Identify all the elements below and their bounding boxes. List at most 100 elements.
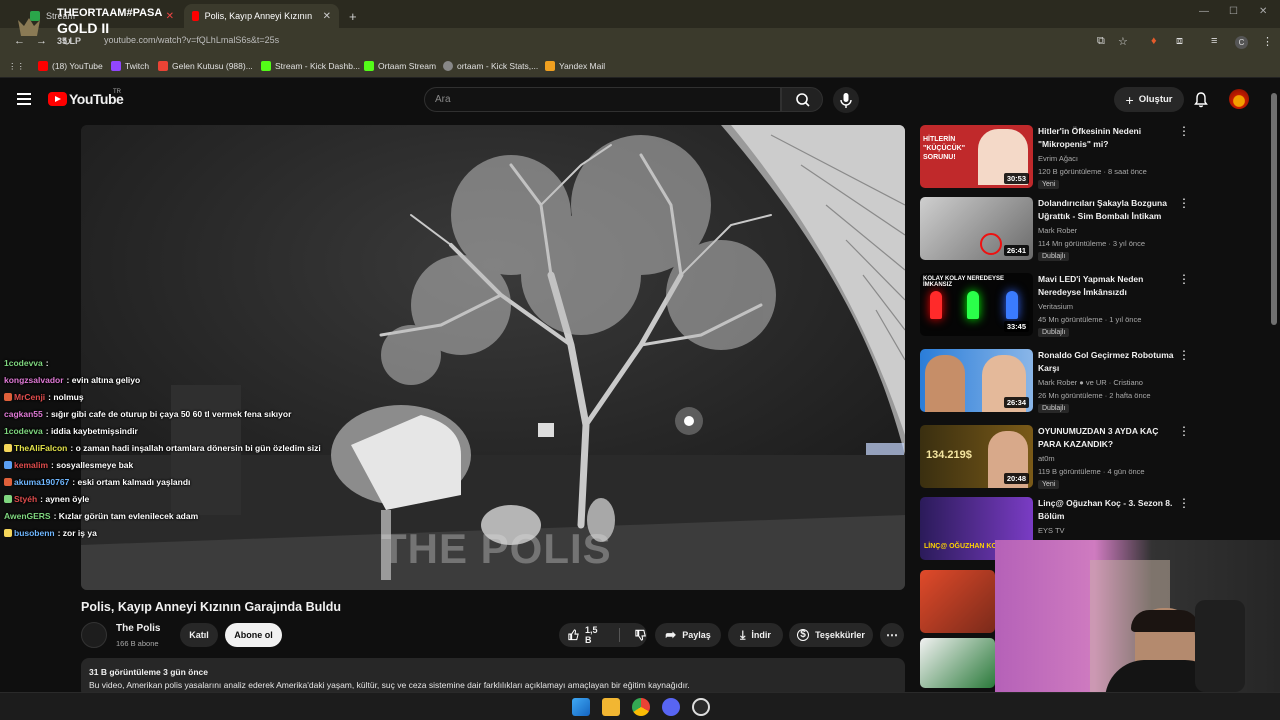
thumbnail-text: 134.219$: [926, 449, 972, 461]
voice-search-button[interactable]: [833, 87, 859, 113]
more-actions-icon[interactable]: ⋯: [880, 623, 904, 647]
thanks-button[interactable]: $ Teşekkürler: [789, 623, 873, 647]
recommendation-item[interactable]: KOLAY KOLAY NEREDEYSE İMKANSIZ 33:45 Mav…: [920, 273, 1190, 343]
close-icon[interactable]: ✕: [323, 11, 331, 22]
chat-text: : o zaman hadi inşallah ortamlara döners…: [70, 442, 321, 453]
youtube-icon: [38, 61, 48, 71]
recommendation-item[interactable]: HİTLERİN "KÜÇÜCÜK" SORUNU! 30:53 Hitler'…: [920, 125, 1190, 195]
green-led: [967, 291, 979, 319]
bookmark-star-icon[interactable]: ☆: [1118, 35, 1128, 48]
file-explorer-icon[interactable]: [602, 698, 620, 716]
start-windows-icon[interactable]: [572, 698, 590, 716]
chat-message: 1codevva: iddia kaybetmişsindir: [4, 422, 344, 439]
notifications-bell-icon[interactable]: [1193, 91, 1209, 108]
apps-grid-icon[interactable]: ⋮⋮: [8, 61, 25, 72]
download-button[interactable]: ⤓ İndir: [728, 623, 783, 647]
bookmark-yandex-mail[interactable]: Yandex Mail: [545, 61, 605, 71]
chat-username[interactable]: cagkan55: [4, 409, 43, 419]
join-button[interactable]: Katıl: [180, 623, 218, 647]
duration-badge: 20:48: [1003, 473, 1029, 484]
install-app-icon[interactable]: ⧉: [1097, 35, 1105, 48]
channel-name[interactable]: The Polis: [116, 623, 160, 634]
bookmark-twitch[interactable]: Twitch: [111, 61, 149, 71]
subscribe-button[interactable]: Abone ol: [225, 623, 282, 647]
download-icon: ⤓: [740, 627, 746, 642]
close-icon[interactable]: ✕: [166, 11, 174, 22]
like-dislike-group: 1,5 B: [559, 623, 647, 647]
chrome-icon[interactable]: [632, 698, 650, 716]
chat-text: : sığır gibi cafe de oturup bi çaya 50 6…: [45, 408, 292, 419]
profile-avatar[interactable]: C: [1235, 36, 1248, 49]
obs-icon[interactable]: [692, 698, 710, 716]
window-close-icon[interactable]: ✕: [1259, 6, 1267, 17]
media-controls-icon[interactable]: ≡: [1211, 35, 1217, 47]
extensions-puzzle-icon[interactable]: ⧈: [1176, 35, 1183, 48]
share-button[interactable]: ➦ Paylaş: [655, 623, 721, 647]
thumbnail[interactable]: 134.219$ 20:48: [920, 425, 1033, 488]
chat-username[interactable]: TheAliFalcon: [14, 443, 67, 453]
chat-text: : sosyallesmeye bak: [51, 459, 134, 470]
more-options-icon[interactable]: ⋮: [1178, 497, 1190, 509]
chat-username[interactable]: MrCenji: [14, 392, 45, 402]
chat-username[interactable]: kongzsalvador: [4, 375, 64, 385]
thumbnail[interactable]: 26:41: [920, 197, 1033, 260]
more-options-icon[interactable]: ⋮: [1178, 125, 1190, 137]
recommendation-item[interactable]: 26:34 Ronaldo Gol Geçirmez Robotuma Karş…: [920, 349, 1190, 419]
page-scrollbar[interactable]: [1271, 93, 1277, 325]
bookmark-kick-stats[interactable]: ortaam - Kick Stats,...: [443, 61, 538, 71]
like-button[interactable]: 1,5 B: [567, 625, 605, 645]
search-button[interactable]: [781, 87, 823, 112]
discord-icon[interactable]: [662, 698, 680, 716]
thumbnail[interactable]: HİTLERİN "KÜÇÜCÜK" SORUNU! 30:53: [920, 125, 1033, 188]
recommendation-channel: Mark Rober ● ve UR · Cristiano: [1038, 378, 1143, 387]
recommendation-channel: Mark Rober: [1038, 226, 1078, 235]
bookmark-kick-dashboard[interactable]: Stream - Kick Dashb...: [261, 61, 360, 71]
recommendation-thumbnail-partial[interactable]: [920, 570, 995, 633]
chat-message: AwenGERS: Kızlar görün tam evlenilecek a…: [4, 507, 344, 524]
bookmark-youtube[interactable]: (18) YouTube: [38, 61, 103, 71]
recommendation-title: Linç@ Oğuzhan Koç - 3. Sezon 8. Bölüm: [1038, 498, 1173, 521]
recommendation-channel: EYS TV: [1038, 526, 1065, 535]
youtube-logo-icon[interactable]: [48, 92, 67, 106]
extension-icon[interactable]: ♦: [1151, 35, 1157, 47]
more-options-icon[interactable]: ⋮: [1178, 273, 1190, 285]
recommendation-thumbnail-partial[interactable]: [920, 638, 995, 688]
browser-menu-icon[interactable]: ⋮: [1262, 35, 1273, 48]
chat-username[interactable]: busobenn: [14, 528, 55, 538]
recommendation-item[interactable]: 134.219$ 20:48 OYUNUMUZDAN 3 AYDA KAÇ PA…: [920, 425, 1190, 495]
chat-text: : eski ortam kalmadı yaşlandı: [72, 476, 191, 487]
channel-avatar[interactable]: [81, 622, 107, 648]
bookmark-ortaam-stream[interactable]: Ortaam Stream: [364, 61, 436, 71]
chat-username[interactable]: 1codevva: [4, 426, 43, 436]
thumbs-down-icon[interactable]: [634, 628, 647, 642]
chat-message: Styéh: aynen öyle: [4, 490, 344, 507]
chat-username[interactable]: 1codevva: [4, 358, 43, 368]
more-options-icon[interactable]: ⋮: [1178, 349, 1190, 361]
bookmarks-bar: ⋮⋮ (18) YouTube Twitch Gelen Kutusu (988…: [0, 56, 1280, 78]
mail-icon: [545, 61, 555, 71]
minimize-icon[interactable]: —: [1199, 6, 1209, 17]
chat-username[interactable]: kemalim: [14, 460, 48, 470]
url-field[interactable]: youtube.com/watch?v=fQLhLmalS6s&t=25s: [104, 35, 279, 45]
chat-username[interactable]: akuma190767: [14, 477, 69, 487]
chat-username[interactable]: Styéh: [14, 494, 37, 504]
chat-username[interactable]: AwenGERS: [4, 511, 51, 521]
create-button[interactable]: + Oluştur: [1114, 87, 1184, 112]
maximize-icon[interactable]: ☐: [1229, 6, 1238, 17]
search-input[interactable]: Ara: [424, 87, 781, 112]
view-count-date: 31 B görüntüleme 3 gün önce: [89, 667, 209, 677]
new-badge: Yeni: [1038, 480, 1060, 489]
user-avatar[interactable]: [1229, 89, 1249, 109]
bookmark-gmail[interactable]: Gelen Kutusu (988)...: [158, 61, 253, 71]
thumbnail[interactable]: 26:34: [920, 349, 1033, 412]
more-options-icon[interactable]: ⋮: [1178, 425, 1190, 437]
tab-video[interactable]: Polis, Kayıp Anneyi Kızının Garajında Bu…: [184, 4, 339, 28]
recommendation-channel: Veritasium: [1038, 302, 1074, 311]
hamburger-menu-icon[interactable]: [17, 93, 31, 105]
recommendation-title: Mavi LED'i Yapmak Neden Neredeyse İmkâns…: [1038, 274, 1144, 297]
thumbnail[interactable]: KOLAY KOLAY NEREDEYSE İMKANSIZ 33:45: [920, 273, 1033, 336]
recommendation-item[interactable]: 26:41 Dolandırıcıları Şakayla Bozguna Uğ…: [920, 197, 1190, 267]
more-options-icon[interactable]: ⋮: [1178, 197, 1190, 209]
dubbed-badge: Dublajlı: [1038, 252, 1070, 261]
new-tab-button[interactable]: +: [341, 4, 365, 28]
